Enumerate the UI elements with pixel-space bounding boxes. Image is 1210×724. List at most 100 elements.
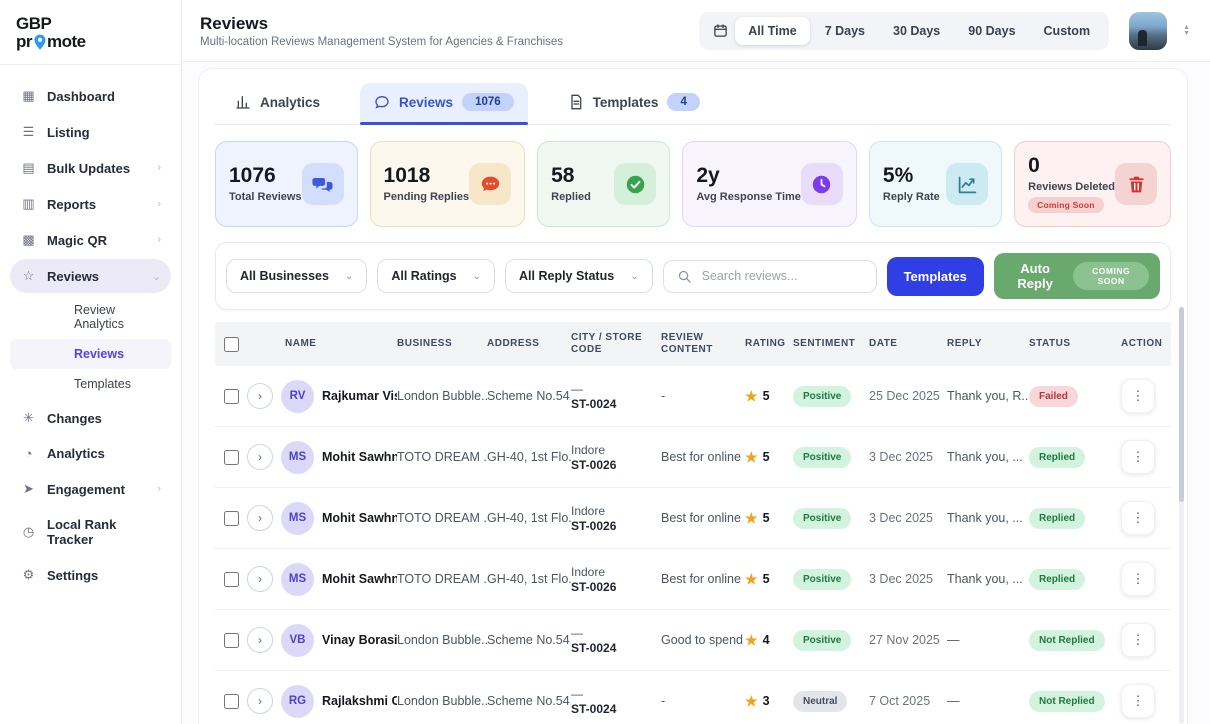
star-icon: ★ [745,510,758,527]
tab-analytics[interactable]: Analytics [221,83,334,124]
expand-row-button[interactable]: › [247,688,273,714]
sidebar-item-label: Analytics [47,446,105,461]
user-avatar[interactable] [1129,12,1167,50]
expand-row-button[interactable]: › [247,444,273,470]
trend-chart-icon [946,163,988,205]
sidebar-item[interactable]: ➤ Engagement › [10,472,171,506]
stat-value: 0 [1028,155,1115,176]
expand-row-button[interactable]: › [247,505,273,531]
row-actions-menu-button[interactable]: ⋮ [1121,562,1155,596]
tab-bar: Analytics Reviews 1076 Templates 4 [215,83,1171,125]
sidebar-item[interactable]: ▤ Bulk Updates › [10,151,171,185]
col-address: ADDRESS [487,338,571,351]
date-range-option[interactable]: Custom [1031,17,1104,45]
row-actions-menu-button[interactable]: ⋮ [1121,623,1155,657]
table-header: NAME BUSINESS ADDRESS CITY / STORE CODE … [215,322,1171,366]
sidebar-item-label: Local Rank Tracker [47,517,151,547]
brand-line1: GBP [16,16,165,32]
status-badge: Replied [1029,569,1085,590]
review-content-cell: Good to spend ... [661,633,745,647]
rating-value: 5 [763,511,770,525]
reply-status-dropdown[interactable]: All Reply Status ⌄ [505,259,653,293]
sidebar-item[interactable]: ◔ Analytics [10,437,171,470]
select-all-checkbox[interactable] [224,337,239,352]
stat-label: Pending Replies [384,191,470,203]
action-cell: ⋮ [1121,501,1171,535]
avatar: RG [281,685,314,718]
row-actions-menu-button[interactable]: ⋮ [1121,684,1155,718]
auto-reply-button[interactable]: Auto Reply COMING SOON [994,253,1160,299]
chevron-down-icon: ⌄ [630,271,638,282]
chevron-down-icon: ⌄ [345,271,353,282]
address-cell: GH-40, 1st Flo... [487,450,571,464]
sidebar-item[interactable]: Review Analytics [10,295,171,339]
expand-row-button[interactable]: › [247,383,273,409]
clock-icon [801,163,843,205]
page-title-block: Reviews Multi-location Reviews Managemen… [200,14,563,48]
row-actions-menu-button[interactable]: ⋮ [1121,501,1155,535]
templates-button[interactable]: Templates [887,257,984,296]
expand-row-button[interactable]: › [247,566,273,592]
sidebar-item[interactable]: ▩ Magic QR › [10,223,171,257]
stat-label: Reply Rate [883,191,940,203]
trash-icon [1115,163,1157,205]
star-icon: ★ [745,449,758,466]
row-checkbox[interactable] [224,694,239,709]
store-code: ST-0024 [571,397,661,411]
tab-reviews[interactable]: Reviews 1076 [360,83,528,124]
sidebar-nav: ▦ Dashboard ☰ Listing ▤ Bulk Updates › ▥… [0,65,181,606]
sidebar-item[interactable]: ⚙ Settings [10,558,171,592]
row-actions-menu-button[interactable]: ⋮ [1121,440,1155,474]
sidebar-item[interactable]: Reviews [10,339,171,369]
status-badge: Replied [1029,447,1085,468]
businesses-dropdown[interactable]: All Businesses ⌄ [226,259,367,293]
reply-status-dropdown-label: All Reply Status [519,269,614,283]
date-range-option[interactable]: 90 Days [955,17,1028,45]
rating-cell: ★ 5 [745,449,793,466]
date-cell: 3 Dec 2025 [869,511,947,525]
row-actions-menu-button[interactable]: ⋮ [1121,379,1155,413]
auto-reply-coming-soon-badge: COMING SOON [1073,262,1149,290]
sidebar-item-label: Settings [47,568,98,583]
sidebar-item[interactable]: ◷ Local Rank Tracker [10,508,171,556]
sidebar-item-label: Reports [47,197,96,212]
sidebar-item-label: Bulk Updates [47,161,130,176]
status-badge: Replied [1029,508,1085,529]
stat-label: Reviews Deleted [1028,181,1115,193]
sentiment-badge: Positive [793,569,851,590]
sidebar-item-label: Reviews [47,269,99,284]
check-circle-icon [614,163,656,205]
row-checkbox[interactable] [224,511,239,526]
city: — [571,382,661,396]
account-switcher-chevrons-icon[interactable]: ▲▼ [1183,25,1190,37]
rating-value: 4 [763,633,770,647]
sidebar-item[interactable]: Templates [10,369,171,399]
tab-templates[interactable]: Templates 4 [554,83,714,124]
row-checkbox[interactable] [224,450,239,465]
chevron-icon: › [157,198,161,210]
sidebar-item[interactable]: ☰ Listing [10,115,171,149]
sidebar-item[interactable]: ☆ Reviews ⌄ [10,259,171,293]
date-range-option[interactable]: 30 Days [880,17,953,45]
scrollbar-thumb[interactable] [1179,307,1184,502]
search-input[interactable] [702,269,863,283]
city: — [571,687,661,701]
brand-line2: prmote [16,32,165,52]
stat-label: Replied [551,191,591,203]
search-box [663,260,877,293]
main-area: Reviews Multi-location Reviews Managemen… [182,0,1210,724]
sentiment-cell: Positive [793,386,869,407]
sidebar-item[interactable]: ✳ Changes [10,401,171,435]
sidebar-item[interactable]: ▦ Dashboard [10,79,171,113]
ratings-dropdown[interactable]: All Ratings ⌄ [377,259,495,293]
expand-row-button[interactable]: › [247,627,273,653]
date-range-option[interactable]: 7 Days [812,17,878,45]
row-checkbox[interactable] [224,572,239,587]
top-bar: Reviews Multi-location Reviews Managemen… [182,0,1210,62]
tab-templates-count-badge: 4 [667,93,699,111]
row-checkbox[interactable] [224,633,239,648]
row-checkbox[interactable] [224,389,239,404]
date-range-option[interactable]: All Time [735,17,809,45]
sidebar-item[interactable]: ▥ Reports › [10,187,171,221]
reviewer-name: Vinay Borasi [322,633,397,647]
